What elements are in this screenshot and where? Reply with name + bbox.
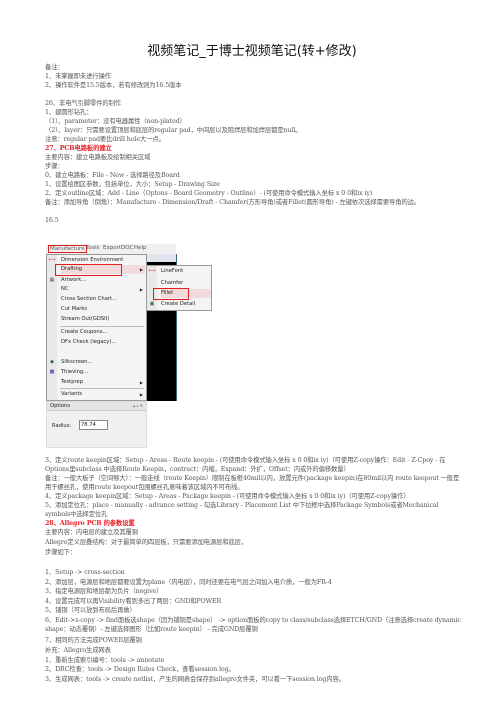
text-line: Allegro定义层叠结构：对于最简单的四层板，只需要添加电源层和底层， xyxy=(45,539,248,546)
notes-header: 备注： xyxy=(45,64,64,71)
text-line: 主要内容：建立电路板及绘制相关区域 xyxy=(45,154,151,161)
dimension-icon: ⟷ xyxy=(48,257,56,263)
menu-item-testprep[interactable]: Testprep ▶ xyxy=(61,378,145,387)
text-line: 备注：添加导角（倒角）：Manufacture - Dimension/Draf… xyxy=(45,199,421,206)
text-line: 1、重新生成索引编号：tools -> annotate xyxy=(45,657,165,664)
radius-input[interactable]: 78.74 xyxy=(79,420,108,430)
submenu-item-create-detail[interactable]: Create Detail xyxy=(161,300,211,309)
menu-exportdoc[interactable]: ExportDOC xyxy=(103,245,133,251)
submenu-item-chamfer[interactable]: Chamfer xyxy=(161,279,211,288)
menu-item-cross-section-chart[interactable]: Cross Section Chart... xyxy=(61,295,145,304)
text-line: 4、定义package keepin区域：Setup - Areas - Pac… xyxy=(45,493,410,500)
menu-help[interactable]: Help xyxy=(134,245,147,251)
silkscreen-icon: ◆ xyxy=(50,359,54,365)
menu-separator xyxy=(60,388,144,389)
section-26-title: 26、非电气引脚零件的制作 xyxy=(45,100,121,107)
text-line: 3、生成网表：tools -> create netlist，产生的网表会保存到… xyxy=(45,676,345,683)
text-line: 2、DRC检查：tools -> Design Rules Check，查看se… xyxy=(45,666,235,673)
note-item: 1、未掌握即未进行操作 xyxy=(45,73,111,80)
toolbar xyxy=(147,254,176,262)
text-line: 步骤如下： xyxy=(45,549,76,556)
text-line: （2）、layer：只需要设置顶层和底层的regular pad，中间层以及阻焊… xyxy=(45,127,302,134)
linefont-icon: ⟷ xyxy=(148,268,156,274)
submenu-arrow-icon: ▶ xyxy=(139,380,143,385)
note-item: 2、操作软件是15.5版本，若有修改则为16.5版本 xyxy=(45,82,182,89)
highlight-box-drafting xyxy=(55,264,122,276)
options-header: Options ▴ ▵ ✕ xyxy=(47,402,146,411)
text-line: （1）、parameter：没有电器属性（non-plated） xyxy=(45,118,186,125)
menu-item-variants[interactable]: Variants ▶ xyxy=(61,390,145,399)
text-line: 1、Setup -> cross-section xyxy=(45,569,125,576)
create-detail-icon: ▣ xyxy=(149,301,155,307)
menu-item-artwork[interactable]: Artwork... xyxy=(61,276,145,285)
radius-label: Radius: xyxy=(52,423,72,429)
text-line: 0、建立电路板：File - New - 选择路径及Board xyxy=(45,172,180,179)
text-line: 主要内容：内电层的建立及其覆铜 xyxy=(45,529,138,536)
options-title: Options xyxy=(50,403,71,409)
text-line: 步骤： xyxy=(45,163,64,170)
manufacture-menu: ⟷ Dimension Environment Drafting ▶ ▦ Artw… xyxy=(46,254,147,401)
menu-item-label: NC xyxy=(61,286,69,292)
options-panel: Options ▴ ▵ ✕ Radius: 78.74 xyxy=(46,401,147,448)
text-line: 3、定义route keepin区域：Setup - Areas - Route… xyxy=(45,457,446,473)
menu-item-label: Variants xyxy=(61,391,83,397)
text-line: 补充：Allegro生成网表 xyxy=(45,647,111,654)
menu-item-stream-out[interactable]: Stream Out(GDSII) xyxy=(61,315,145,324)
text-line: 1、设置绘图区参数，包括单位，大小：Setup - Drawing Size xyxy=(45,181,220,188)
section-28-title: 28、Allegro PCB 的参数设置 xyxy=(45,520,135,527)
text-line: 4、设置完成可以再Visibility看到多出了两层：GND和POWER xyxy=(45,598,222,605)
menu-item-thieving[interactable]: Thieving... xyxy=(61,368,145,377)
artwork-icon: ▦ xyxy=(49,277,55,283)
text-line: 1、建圆形钻孔： xyxy=(45,109,93,116)
text-line: 注意：regular pad要比drill hole大一点。 xyxy=(45,136,165,143)
text-line: 备注：一般大板子（空间够大）：一般走线（route Keepin）限制在板框40… xyxy=(45,475,460,491)
menu-separator xyxy=(60,326,144,327)
menu-item-label: Testprep xyxy=(61,379,84,385)
document-title: 视频笔记_于博士视频笔记(转+修改) xyxy=(147,44,357,59)
text-line: 5、铺铜（可以放到布局后再做） xyxy=(45,607,136,614)
menu-item-cut-marks[interactable]: Cut Marks xyxy=(61,305,145,314)
submenu-item-linefont[interactable]: LineFont xyxy=(161,267,211,276)
menu-tools[interactable]: Tools xyxy=(86,245,100,251)
menu-manufacture[interactable]: Manufacture xyxy=(48,245,87,253)
text-line: 16.5 xyxy=(45,217,59,224)
submenu-arrow-icon: ▶ xyxy=(139,392,143,397)
text-line: 3、指定电源层和地层都为负片（negive） xyxy=(45,588,163,595)
panel-controls-icon[interactable]: ▴ ▵ ✕ xyxy=(133,402,143,410)
submenu-arrow-icon: ▶ xyxy=(139,287,143,292)
menu-item-dfx-check[interactable]: DFx Check (legacy)... xyxy=(61,338,145,347)
text-line: 6、Edit->z-copy -> find面板选shape（因为铺铜是shap… xyxy=(45,617,461,633)
section-27-title: 27、PCB电路板的建立 xyxy=(45,145,112,152)
menu-item-create-coupons[interactable]: Create Coupons... xyxy=(61,328,145,337)
menu-item-nc[interactable]: NC ▶ xyxy=(61,285,145,294)
text-line: 2、添加层，电源层和地层都要设置为plane（内电层），同时还要在电气层之间加入… xyxy=(45,579,332,586)
text-line: 7、相同的方法完成POWER层覆铜 xyxy=(45,637,142,644)
thieving-icon: ▩ xyxy=(49,369,55,375)
text-line: 2、定义outline区域：Add - Line（Optons - Board … xyxy=(45,190,373,197)
highlight-box-fillet xyxy=(153,288,189,300)
submenu-arrow-icon: ▶ xyxy=(139,267,143,272)
text-line: 5、添加定位孔：place - manually - advance setti… xyxy=(45,502,439,518)
menu-item-silkscreen[interactable]: Silkscreen... xyxy=(61,358,145,367)
